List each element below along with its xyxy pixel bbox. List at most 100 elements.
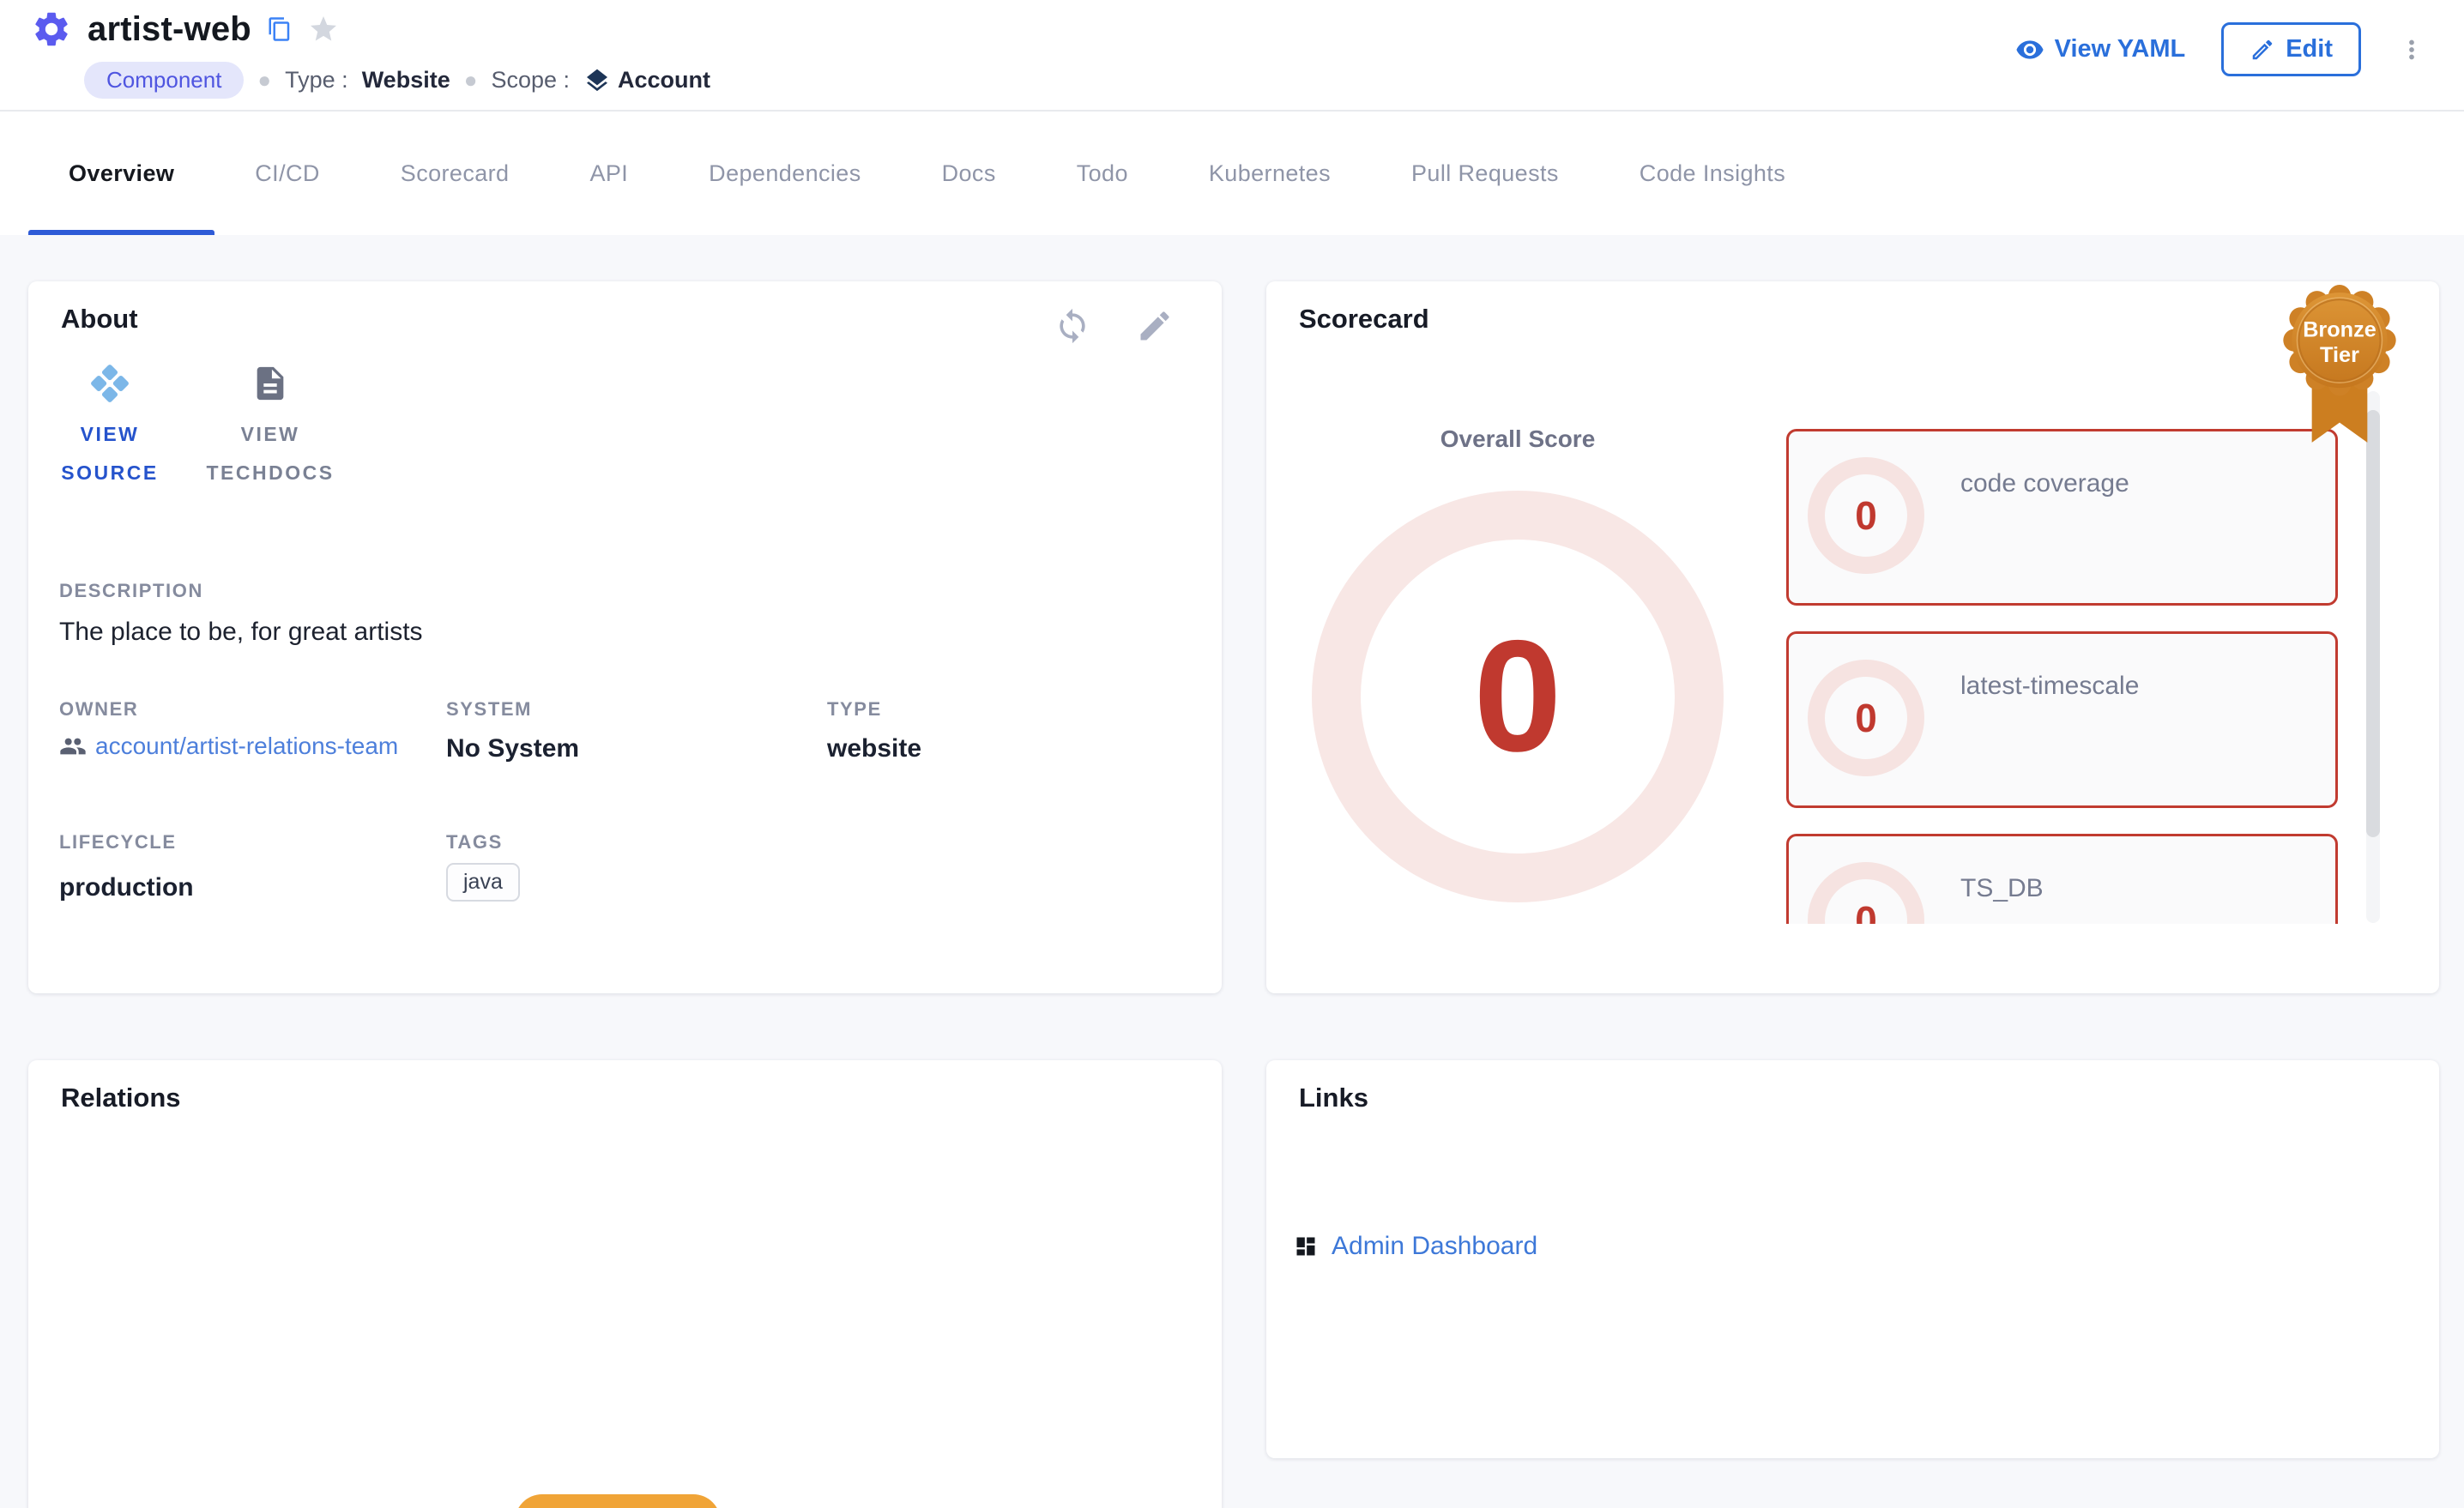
description-label: DESCRIPTION <box>59 580 203 602</box>
copy-icon[interactable] <box>267 16 293 42</box>
owner-link[interactable]: account/artist-relations-team <box>95 729 398 764</box>
tab-kubernetes[interactable]: Kubernetes <box>1169 112 1371 235</box>
score-item-label: code coverage <box>1960 469 2129 498</box>
title-row: artist-web <box>31 9 339 50</box>
tab-label: Overview <box>69 160 174 187</box>
tab-label: Code Insights <box>1640 160 1785 187</box>
relations-card: Relations <box>28 1060 1222 1508</box>
eye-icon <box>2015 35 2044 64</box>
score-value: 0 <box>1855 492 1877 539</box>
link-admin-dashboard[interactable]: Admin Dashboard <box>1294 1232 1537 1261</box>
scorecard-item-ts-db[interactable]: 0 TS_DB <box>1786 834 2338 924</box>
scope-value-wrap: Account <box>583 67 710 94</box>
score-value: 0 <box>1855 695 1877 741</box>
owner-label: OWNER <box>59 698 138 721</box>
entity-meta-row: Component ● Type : Website ● Scope : Acc… <box>84 62 710 99</box>
score-item-label: TS_DB <box>1960 874 2044 903</box>
tab-label: Todo <box>1077 160 1128 187</box>
view-yaml-label: View YAML <box>2055 35 2186 63</box>
scorecard-item-code-coverage[interactable]: 0 code coverage <box>1786 429 2338 606</box>
tab-api[interactable]: API <box>549 112 668 235</box>
header-actions: View YAML Edit <box>2015 22 2426 76</box>
links-card: Links Admin Dashboard <box>1266 1060 2439 1458</box>
tab-pull-requests[interactable]: Pull Requests <box>1371 112 1599 235</box>
score-item-label: latest-timescale <box>1960 672 2139 701</box>
active-tab-underline <box>28 230 214 235</box>
type-value: website <box>827 734 921 763</box>
scope-label: Scope : <box>491 67 570 93</box>
gear-icon <box>31 9 72 50</box>
tab-label: Docs <box>942 160 996 187</box>
view-techdocs-button[interactable]: VIEW TECHDOCS <box>184 364 356 492</box>
type-value: Website <box>362 67 450 93</box>
system-label: SYSTEM <box>446 698 532 721</box>
lifecycle-value: production <box>59 873 194 902</box>
entity-page: artist-web Component ● Type : Website ● … <box>0 0 2464 1508</box>
star-icon[interactable] <box>308 14 339 45</box>
kind-chip[interactable]: Component <box>84 62 244 99</box>
page-header: artist-web Component ● Type : Website ● … <box>0 0 2464 112</box>
bronze-tier-badge-icon: Bronze Tier <box>2277 285 2402 449</box>
overall-score-label: Overall Score <box>1389 425 1646 453</box>
dot-separator: ● <box>257 67 271 93</box>
links-card-title: Links <box>1299 1083 1368 1113</box>
scorecard-card: Scorecard Overall Score 0 0 code coverag… <box>1266 281 2439 993</box>
page-title: artist-web <box>88 10 251 49</box>
diamond-grid-icon <box>90 364 130 403</box>
tag-chip-java[interactable]: java <box>446 863 520 902</box>
layers-icon <box>583 67 611 94</box>
view-techdocs-label: VIEW TECHDOCS <box>184 415 356 492</box>
refresh-icon[interactable] <box>1054 307 1091 345</box>
overall-score-gauge: 0 <box>1312 491 1724 902</box>
lifecycle-label: LIFECYCLE <box>59 831 177 854</box>
tab-cicd[interactable]: CI/CD <box>214 112 360 235</box>
tags-label: TAGS <box>446 831 503 854</box>
link-label: Admin Dashboard <box>1332 1232 1537 1261</box>
people-icon <box>59 733 87 760</box>
score-ring: 0 <box>1808 862 1924 924</box>
score-ring: 0 <box>1808 660 1924 776</box>
dot-separator: ● <box>464 67 478 93</box>
scorecard-scrollbar-thumb[interactable] <box>2366 410 2380 837</box>
score-value: 0 <box>1855 897 1877 924</box>
tab-label: Scorecard <box>401 160 510 187</box>
overall-score-value: 0 <box>1474 618 1562 776</box>
tab-docs[interactable]: Docs <box>902 112 1036 235</box>
view-yaml-button[interactable]: View YAML <box>2015 35 2186 64</box>
tab-todo[interactable]: Todo <box>1036 112 1169 235</box>
about-card-title: About <box>61 304 138 335</box>
tab-label: CI/CD <box>255 160 320 187</box>
badge-text-line2: Tier <box>2320 343 2359 367</box>
relations-card-title: Relations <box>61 1083 181 1113</box>
scope-value: Account <box>618 67 710 93</box>
edit-about-pencil-icon[interactable] <box>1136 307 1174 345</box>
tab-label: Pull Requests <box>1411 160 1559 187</box>
edit-label: Edit <box>2286 35 2333 63</box>
tab-label: Kubernetes <box>1209 160 1331 187</box>
dashboard-icon <box>1294 1234 1318 1258</box>
about-card-actions <box>1054 307 1174 345</box>
badge-text-line1: Bronze <box>2303 318 2376 342</box>
tab-label: Dependencies <box>709 160 861 187</box>
description-value: The place to be, for great artists <box>59 618 423 647</box>
tab-label: API <box>589 160 628 187</box>
kebab-menu-icon[interactable] <box>2397 35 2426 64</box>
scorecard-item-list: 0 code coverage 0 latest-timescale 0 TS_… <box>1786 429 2340 924</box>
owner-value-block: account/artist-relations-team <box>59 729 402 764</box>
tab-dependencies[interactable]: Dependencies <box>668 112 901 235</box>
system-value: No System <box>446 734 579 763</box>
scorecard-card-title: Scorecard <box>1299 304 1429 335</box>
about-card: About VIEW SOURCE VIEW TECHDOCS <box>28 281 1222 993</box>
tab-scorecard[interactable]: Scorecard <box>360 112 550 235</box>
view-source-label: VIEW SOURCE <box>37 415 183 492</box>
pencil-icon <box>2250 37 2275 63</box>
scorecard-item-latest-timescale[interactable]: 0 latest-timescale <box>1786 631 2338 808</box>
score-ring: 0 <box>1808 457 1924 574</box>
tab-overview[interactable]: Overview <box>28 112 214 235</box>
type-field-label: TYPE <box>827 698 882 721</box>
tab-code-insights[interactable]: Code Insights <box>1599 112 1826 235</box>
edit-button[interactable]: Edit <box>2221 22 2361 76</box>
type-label: Type : <box>285 67 348 93</box>
view-source-button[interactable]: VIEW SOURCE <box>37 364 183 492</box>
relation-entity-node[interactable] <box>515 1494 721 1508</box>
